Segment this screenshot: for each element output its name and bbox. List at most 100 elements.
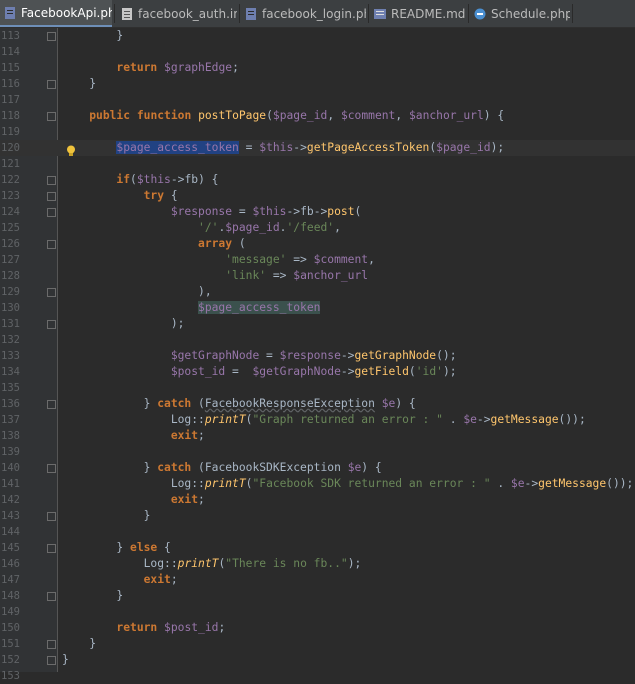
code-line[interactable]: 119 (0, 124, 635, 140)
code-line[interactable]: 127 'message' => $comment, (0, 252, 635, 268)
code-line[interactable]: 151 } (0, 636, 635, 652)
code-line[interactable]: 146 Log::printT("There is no fb.."); (0, 556, 635, 572)
code-line[interactable]: 121 (0, 156, 635, 172)
fold-toggle-icon[interactable] (47, 192, 56, 201)
code-line[interactable]: 123 try { (0, 188, 635, 204)
code-text: Log::printT("There is no fb.."); (143, 557, 362, 570)
fold-toggle-icon[interactable] (47, 592, 56, 601)
code-text: return $graphEdge; (116, 61, 239, 74)
code-text: } catch (FacebookResponseException $e) { (62, 397, 416, 410)
code-line[interactable]: 139 (0, 444, 635, 460)
code-line[interactable]: 133 $getGraphNode = $response->getGraphN… (0, 348, 635, 364)
fold-toggle-icon[interactable] (47, 176, 56, 185)
markdown-file-icon (374, 8, 386, 20)
code-line[interactable]: 152} (0, 652, 635, 668)
fold-toggle-icon[interactable] (47, 288, 56, 297)
tab-schedule-php[interactable]: Schedule.php× (470, 0, 570, 27)
code-line[interactable]: 117 (0, 92, 635, 108)
code-text: } else { (62, 541, 171, 554)
code-text: 'message' => $comment, (225, 253, 375, 266)
ini-file-icon (121, 7, 133, 20)
code-line[interactable]: 116 } (0, 76, 635, 92)
code-line[interactable]: 138 exit; (0, 428, 635, 444)
fold-toggle-icon[interactable] (47, 112, 56, 121)
fold-toggle-icon[interactable] (47, 80, 56, 89)
fold-toggle-icon[interactable] (47, 544, 56, 553)
line-number: 128 (1, 270, 20, 282)
fold-toggle-icon[interactable] (47, 32, 56, 41)
tab-divider (368, 4, 369, 23)
code-text: } (62, 653, 69, 666)
code-line[interactable]: 137 Log::printT("Graph returned an error… (0, 412, 635, 428)
code-line[interactable]: 135 (0, 380, 635, 396)
code-line[interactable]: 115 return $graphEdge; (0, 60, 635, 76)
code-line[interactable]: 136 } catch (FacebookResponseException $… (0, 396, 635, 412)
tab-divider (239, 4, 240, 23)
line-number: 150 (1, 622, 20, 634)
code-text: } catch (FacebookSDKException $e) { (62, 461, 382, 474)
line-number: 144 (1, 526, 20, 538)
code-line[interactable]: 124 $response = $this->fb->post( (0, 204, 635, 220)
code-line[interactable]: 147 exit; (0, 572, 635, 588)
code-line[interactable]: 120 $page_access_token = $this->getPageA… (0, 140, 635, 156)
code-line[interactable]: 129 ), (0, 284, 635, 300)
code-text: return $post_id; (116, 621, 226, 634)
fold-toggle-icon[interactable] (47, 240, 56, 249)
code-line[interactable]: 153 (0, 668, 635, 684)
code-line[interactable]: 140 } catch (FacebookSDKException $e) { (0, 460, 635, 476)
fold-toggle-icon[interactable] (47, 400, 56, 409)
code-line[interactable]: 134 $post_id = $getGraphNode->getField('… (0, 364, 635, 380)
line-number: 148 (1, 590, 20, 602)
code-line[interactable]: 132 (0, 332, 635, 348)
tab-facebook-auth-ini[interactable]: facebook_auth.ini× (117, 0, 237, 27)
fold-toggle-icon[interactable] (47, 512, 56, 521)
fold-toggle-icon[interactable] (47, 640, 56, 649)
php-file-icon (4, 6, 16, 19)
line-number: 140 (1, 462, 20, 474)
code-text: try { (143, 189, 178, 202)
tab-facebook-login-php[interactable]: facebook_login.php× (241, 0, 366, 27)
lightbulb-icon[interactable] (66, 142, 76, 156)
code-line[interactable]: 114 (0, 44, 635, 60)
code-line[interactable]: 113 } (0, 28, 635, 44)
line-number: 146 (1, 558, 20, 570)
code-line[interactable]: 130 $page_access_token (0, 300, 635, 316)
fold-toggle-icon[interactable] (47, 208, 56, 217)
code-line[interactable]: 131 ); (0, 316, 635, 332)
code-line[interactable]: 148 } (0, 588, 635, 604)
code-line[interactable]: 118 public function postToPage($page_id,… (0, 108, 635, 124)
code-line[interactable]: 143 } (0, 508, 635, 524)
code-line[interactable]: 149 (0, 604, 635, 620)
code-line[interactable]: 122 if($this->fb) { (0, 172, 635, 188)
code-line[interactable]: 144 (0, 524, 635, 540)
line-number: 123 (1, 190, 20, 202)
code-line[interactable]: 145 } else { (0, 540, 635, 556)
tab-facebookapi-php[interactable]: FacebookApi.php× (0, 0, 112, 27)
code-line[interactable]: 125 '/'.$page_id.'/feed', (0, 220, 635, 236)
line-number: 122 (1, 174, 20, 186)
code-line[interactable]: 142 exit; (0, 492, 635, 508)
line-number: 131 (1, 318, 20, 330)
code-editor[interactable]: 113 } 114 115 return $graphEdge; 116 } 117 11… (0, 28, 635, 682)
tab-readme-md[interactable]: README.md× (370, 0, 466, 27)
line-number: 152 (1, 654, 20, 666)
code-line[interactable]: 126 array ( (0, 236, 635, 252)
line-number: 149 (1, 606, 20, 618)
line-number: 142 (1, 494, 20, 506)
line-number: 124 (1, 206, 20, 218)
code-text: $post_id = $getGraphNode->getField('id')… (170, 365, 457, 378)
code-text: ), (62, 285, 212, 298)
line-number: 114 (1, 46, 20, 58)
fold-toggle-icon[interactable] (47, 320, 56, 329)
code-line[interactable]: 128 'link' => $anchor_url (0, 268, 635, 284)
fold-toggle-icon[interactable] (47, 656, 56, 665)
line-number: 126 (1, 238, 20, 250)
line-number: 151 (1, 638, 20, 650)
code-line[interactable]: 141 Log::printT("Facebook SDK returned a… (0, 476, 635, 492)
code-line[interactable]: 150 return $post_id; (0, 620, 635, 636)
fold-toggle-icon[interactable] (47, 464, 56, 473)
code-text: $getGraphNode = $response->getGraphNode(… (170, 349, 457, 362)
php-file-icon (245, 7, 257, 20)
code-text: if($this->fb) { (116, 173, 219, 186)
code-text: exit; (170, 429, 205, 442)
